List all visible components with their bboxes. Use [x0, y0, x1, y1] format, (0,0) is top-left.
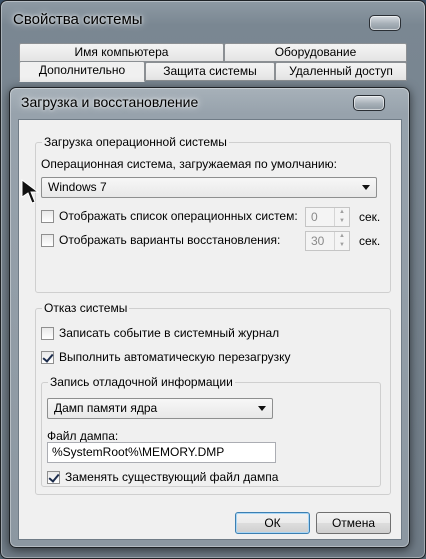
overwrite-dump-label: Заменять существующий файл дампа	[65, 470, 279, 484]
overwrite-dump-checkbox[interactable]: Заменять существующий файл дампа	[47, 470, 278, 484]
os-list-timeout-spinner[interactable]: 0 ▲ ▼	[305, 207, 350, 227]
os-list-unit: сек.	[359, 210, 381, 224]
checkbox-box	[41, 209, 54, 223]
mouse-pointer-icon	[21, 179, 40, 204]
checkbox-box-checked	[47, 470, 60, 484]
recovery-timeout-value: 30	[311, 234, 325, 248]
show-os-list-label: Отображать список операционных систем:	[59, 209, 298, 223]
default-os-value: Windows 7	[48, 180, 107, 194]
dump-type-select[interactable]: Дамп памяти ядра	[47, 398, 273, 419]
startup-recovery-dialog: Загрузка и восстановление Загрузка опера…	[9, 87, 410, 548]
dump-type-value: Дамп памяти ядра	[54, 401, 158, 415]
auto-restart-label: Выполнить автоматическую перезагрузку	[59, 350, 291, 364]
os-list-timeout-value: 0	[311, 210, 318, 224]
ok-button[interactable]: ОК	[235, 512, 310, 534]
tab-advanced[interactable]: Дополнительно	[19, 61, 145, 82]
failure-group-label: Отказ системы	[42, 301, 130, 315]
tab-hardware[interactable]: Оборудование	[224, 43, 407, 62]
show-recovery-checkbox[interactable]: Отображать варианты восстановления:	[41, 233, 280, 247]
chevron-down-icon	[362, 185, 370, 190]
debug-info-group-label: Запись отладочной информации	[48, 375, 235, 389]
default-os-select[interactable]: Windows 7	[41, 177, 377, 198]
dialog-close-button[interactable]	[353, 95, 385, 111]
show-os-list-checkbox[interactable]: Отображать список операционных систем:	[41, 209, 298, 223]
write-event-label: Записать событие в системный журнал	[59, 326, 280, 340]
checkbox-box-checked	[41, 350, 54, 364]
show-recovery-label: Отображать варианты восстановления:	[59, 233, 281, 247]
spin-up-icon: ▲	[339, 233, 345, 239]
write-event-checkbox[interactable]: Записать событие в системный журнал	[41, 326, 279, 340]
debug-info-group: Запись отладочной информации Дамп памяти…	[41, 375, 381, 487]
checkbox-box	[41, 233, 54, 247]
failure-group: Отказ системы Записать событие в системн…	[35, 301, 391, 495]
dump-file-label: Файл дампа:	[47, 429, 119, 443]
dump-file-input[interactable]: %SystemRoot%\MEMORY.DMP	[47, 442, 276, 463]
spin-down-icon: ▼	[339, 218, 345, 224]
recovery-timeout-spinner[interactable]: 30 ▲ ▼	[305, 231, 350, 251]
cancel-button[interactable]: Отмена	[316, 512, 391, 534]
default-os-label: Операционная система, загружаемая по умо…	[41, 157, 337, 171]
recovery-unit: сек.	[359, 234, 381, 248]
startup-group: Загрузка операционной системы Операционн…	[35, 135, 391, 293]
outer-window-title: Свойства системы	[13, 11, 143, 28]
tab-system-protection[interactable]: Защита системы	[145, 62, 275, 81]
dialog-title: Загрузка и восстановление	[21, 94, 199, 110]
spin-down-icon: ▼	[339, 242, 345, 248]
tab-strip: Имя компьютера Оборудование Дополнительн…	[19, 43, 407, 83]
spin-up-icon: ▲	[339, 209, 345, 215]
auto-restart-checkbox[interactable]: Выполнить автоматическую перезагрузку	[41, 350, 291, 364]
startup-group-label: Загрузка операционной системы	[42, 135, 229, 149]
chevron-down-icon	[258, 406, 266, 411]
tab-computer-name[interactable]: Имя компьютера	[19, 43, 224, 62]
checkbox-box	[41, 326, 54, 340]
tab-remote[interactable]: Удаленный доступ	[275, 62, 407, 81]
spinner-arrows[interactable]: ▲ ▼	[334, 208, 349, 226]
spinner-arrows[interactable]: ▲ ▼	[334, 232, 349, 250]
outer-close-button[interactable]	[369, 15, 401, 31]
dialog-body: Загрузка операционной системы Операционн…	[18, 119, 402, 540]
